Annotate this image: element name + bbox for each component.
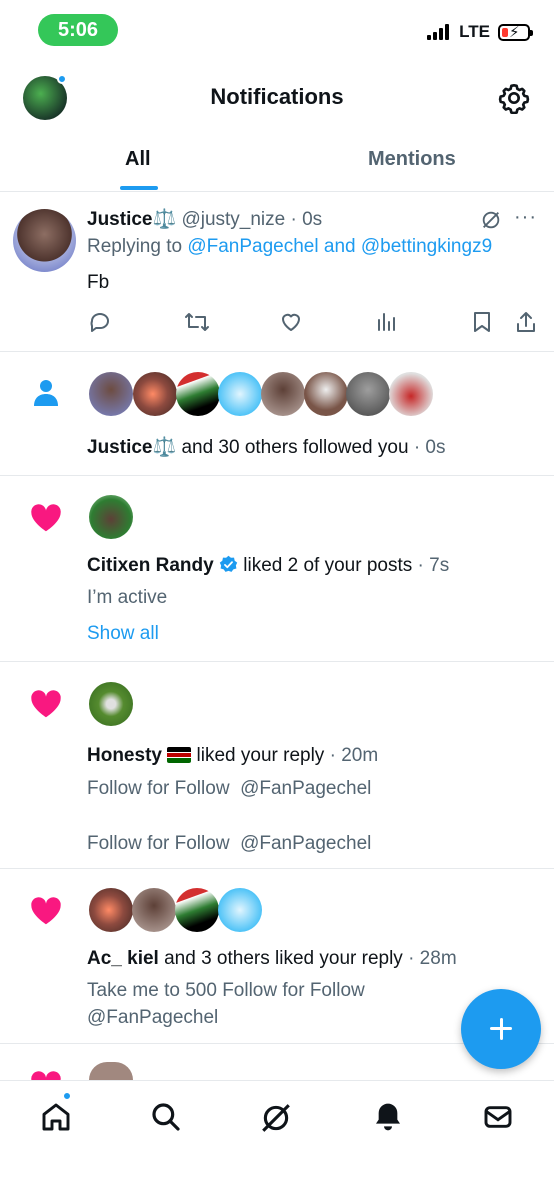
notification-time: · 7s bbox=[417, 555, 450, 576]
author-name[interactable]: Justice bbox=[87, 209, 152, 230]
avatar[interactable] bbox=[89, 888, 133, 932]
avatar[interactable] bbox=[89, 682, 133, 726]
avatar[interactable] bbox=[89, 372, 133, 416]
notification-text: and 3 others liked your reply bbox=[164, 948, 403, 969]
avatar[interactable] bbox=[133, 372, 177, 416]
avatar[interactable] bbox=[89, 495, 133, 539]
scales-emoji: ⚖️ bbox=[152, 209, 177, 230]
tab-mentions[interactable]: Mentions bbox=[368, 148, 456, 171]
notification-time: · 28m bbox=[408, 948, 457, 969]
avatar[interactable] bbox=[261, 372, 305, 416]
avatar[interactable] bbox=[132, 888, 176, 932]
grok-icon[interactable] bbox=[259, 1101, 293, 1135]
avatar[interactable] bbox=[175, 888, 219, 932]
retweet-icon[interactable] bbox=[184, 310, 210, 334]
author-name[interactable]: Honesty bbox=[87, 745, 162, 766]
tab-indicator bbox=[120, 186, 158, 190]
status-indicators: LTE ⚡ bbox=[427, 22, 533, 42]
network-label: LTE bbox=[459, 22, 490, 41]
notification-time: · 0s bbox=[413, 437, 446, 458]
compose-icon[interactable] bbox=[461, 989, 541, 1069]
scales-emoji: ⚖️ bbox=[152, 437, 177, 458]
more-icon[interactable]: ··· bbox=[514, 206, 537, 229]
show-all-link[interactable]: Show all bbox=[87, 623, 159, 645]
notification-text: liked 2 of your posts bbox=[243, 555, 413, 576]
verified-badge-icon bbox=[219, 555, 238, 572]
replying-label: Replying to bbox=[87, 236, 183, 257]
post-time: · 0s bbox=[290, 209, 323, 230]
battery-icon: ⚡ bbox=[498, 23, 533, 41]
liked-post-text: Follow for Follow @FanPagechel bbox=[87, 778, 372, 799]
bottom-nav bbox=[0, 1080, 554, 1199]
avatar[interactable] bbox=[304, 372, 348, 416]
tab-all[interactable]: All bbox=[125, 148, 151, 171]
liked-post-text: @FanPagechel bbox=[87, 1007, 219, 1028]
avatar[interactable] bbox=[13, 209, 76, 272]
divider bbox=[0, 351, 554, 352]
avatar[interactable] bbox=[176, 372, 220, 416]
views-icon[interactable] bbox=[376, 310, 398, 334]
author-name[interactable]: Citixen Randy bbox=[87, 555, 214, 576]
share-icon[interactable] bbox=[515, 310, 537, 334]
and-label: and bbox=[323, 236, 356, 257]
mail-icon[interactable] bbox=[482, 1101, 514, 1133]
heart-icon bbox=[31, 1071, 61, 1080]
page-title: Notifications bbox=[210, 84, 344, 109]
heart-icon bbox=[31, 897, 61, 925]
divider bbox=[0, 191, 554, 192]
heart-icon bbox=[31, 504, 61, 532]
mention-link[interactable]: @bettingkingz9 bbox=[361, 236, 492, 257]
grok-icon[interactable] bbox=[480, 209, 502, 231]
gear-icon[interactable] bbox=[498, 82, 530, 114]
post-body: Fb bbox=[87, 272, 110, 293]
status-time: 5:06 bbox=[38, 14, 118, 46]
avatar[interactable] bbox=[346, 372, 390, 416]
author-name[interactable]: Ac_ kiel bbox=[87, 948, 159, 969]
mention-link[interactable]: @FanPagechel bbox=[187, 236, 318, 257]
author-handle[interactable]: @justy_nize bbox=[181, 209, 285, 230]
unread-dot bbox=[62, 1091, 72, 1101]
reply-icon[interactable] bbox=[88, 310, 112, 334]
bell-icon[interactable] bbox=[372, 1101, 404, 1133]
divider bbox=[0, 661, 554, 662]
home-icon[interactable] bbox=[40, 1101, 72, 1133]
heart-icon bbox=[31, 690, 61, 718]
like-icon[interactable] bbox=[279, 310, 303, 334]
notification-text: and 30 others followed you bbox=[181, 437, 409, 458]
liked-post-text: Take me to 500 Follow for Follow bbox=[87, 980, 365, 1001]
liked-post-text: I’m active bbox=[87, 587, 168, 608]
author-name[interactable]: Justice bbox=[87, 437, 152, 458]
avatar[interactable] bbox=[218, 372, 262, 416]
search-icon[interactable] bbox=[150, 1101, 182, 1133]
avatar[interactable] bbox=[218, 888, 262, 932]
notification-text: liked your reply bbox=[196, 745, 325, 766]
person-icon bbox=[34, 380, 58, 406]
liked-post-text: Follow for Follow @FanPagechel bbox=[87, 833, 372, 854]
kenya-flag-icon bbox=[167, 747, 192, 763]
avatar[interactable] bbox=[89, 1062, 133, 1080]
unread-dot bbox=[57, 74, 67, 84]
signal-icon bbox=[427, 24, 450, 40]
divider bbox=[0, 475, 554, 476]
avatar[interactable] bbox=[389, 372, 433, 416]
bookmark-icon[interactable] bbox=[472, 310, 492, 334]
notification-time: · 20m bbox=[329, 745, 379, 766]
divider bbox=[0, 868, 554, 869]
